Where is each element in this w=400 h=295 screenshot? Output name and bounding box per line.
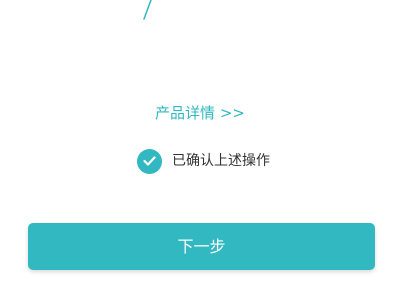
next-button[interactable]: 下一步	[28, 223, 375, 270]
product-details-link[interactable]: 产品详情 >>	[0, 102, 400, 124]
checkmark-icon[interactable]	[137, 148, 162, 174]
decorative-stroke	[143, 0, 152, 20]
confirm-checkbox-row[interactable]: 已确认上述操作	[137, 148, 270, 174]
confirm-label: 已确认上述操作	[172, 153, 270, 169]
